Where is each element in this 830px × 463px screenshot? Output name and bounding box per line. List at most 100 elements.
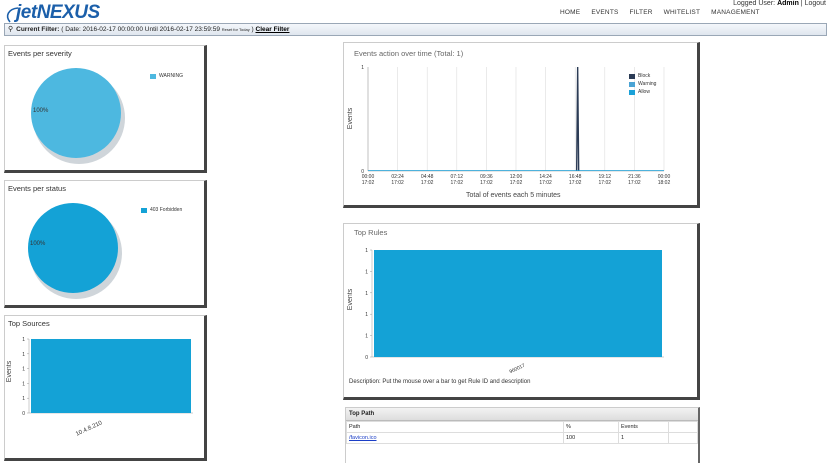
y-tick-label: 1 [22,352,25,358]
legend-label: Warning [638,81,657,87]
legend-item-block: Block [629,73,656,79]
pie-pct-label: 100% [30,241,46,247]
current-filter-bar: ⚲ Current Filter: ( Date: 2016-02-17 00:0… [4,23,827,36]
nav-filter[interactable]: FILTER [630,9,653,16]
rules-bar-chart: 0 1 1 1 1 1 [365,248,664,361]
y-axis-title: Events [347,288,355,311]
events-cell: 1 [618,432,669,444]
column-header-events: Events [618,421,669,433]
legend-label: WARNING [159,73,183,79]
legend-swatch [629,81,635,87]
pct-cell: 100 [563,432,619,444]
table-header-row: Path % Events [346,421,698,433]
legend-item: 403 Forbidden [141,207,182,213]
path-cell[interactable]: /favicon.ico [346,432,564,444]
sources-panel: Top Sources Events 0 1 1 1 1 1 10.4.8.210 [4,315,207,461]
search-icon: ⚲ [8,26,14,33]
nav-home[interactable]: HOME [560,9,580,16]
rules-description: Description: Put the mouse over a bar to… [349,379,531,385]
y-tick-label: 1 [22,381,25,387]
bar-960017[interactable] [374,250,662,357]
y-tick-label: 1 [365,269,368,275]
y-axis-title: Events [6,360,14,383]
series-block-line [575,66,580,172]
x-tick-label: 19:12 17:02 [598,174,612,186]
path-link[interactable]: /favicon.ico [349,435,377,441]
x-tick-label: 14:24 17:02 [539,174,552,186]
panel-title: Events per severity [8,49,72,58]
legend-item-warning: Warning [629,81,656,87]
y-tick-label: 0 [22,411,25,416]
extra-cell [668,432,698,444]
x-tick-label: 09:36 17:02 [480,174,493,186]
severity-pie-chart [31,68,125,164]
legend-swatch [150,73,156,79]
nav-events[interactable]: EVENTS [591,9,618,16]
table-row: /favicon.ico 100 1 [346,432,698,444]
user-separator: | [800,0,803,7]
logo-text: jetNEXUS [16,2,100,23]
x-tick-label: 960017 [508,362,527,376]
y-tick-label: 1 [365,291,368,297]
x-tick-label: 04:48 17:02 [420,174,434,186]
username: Admin [777,0,799,7]
main-nav: HOME EVENTS FILTER WHITELIST MANAGEMENT [560,9,771,16]
panel-title: Events per status [8,184,66,193]
x-tick-label: 07:12 17:02 [450,174,464,186]
filter-label: Current Filter: [16,26,60,33]
y-tick-label: 1 [361,65,364,71]
x-tick-label: 16:48 17:02 [568,174,582,186]
panel-title: Events action over time (Total: 1) [354,49,464,58]
x-tick-label: 02:24 17:02 [391,174,404,186]
nav-whitelist[interactable]: WHITELIST [664,9,700,16]
x-tick-label: 00:00 17:02 [361,174,375,186]
y-tick-label: 1 [22,367,25,373]
status-panel: Events per status 100% 403 Forbidden [4,180,207,308]
column-header-path: Path [346,421,564,433]
legend-swatch [629,89,635,95]
y-tick-label: 1 [22,337,25,343]
pie-pct-label: 100% [33,108,49,114]
panel-title: Top Rules [354,228,388,237]
filter-close-paren: ) [251,26,254,33]
legend-label: Block [638,73,651,79]
x-tick-label: 12:00 17:02 [509,174,523,186]
top-path-panel: Top Path Path % Events /favicon.ico 100 … [345,407,700,463]
severity-panel: Events per severity 100% WARNING [4,45,207,173]
x-tick-label: 10.4.8.210 [75,420,104,438]
legend-swatch [629,73,635,79]
logged-user-label: Logged User: [733,0,776,7]
user-info: Logged User: Admin | Logout [733,0,826,7]
table-header: Top Path [346,408,698,421]
pie-slice-403 [28,203,118,293]
reset-today-link[interactable]: Reset for Today [222,27,250,32]
y-axis-title: Events [347,107,355,130]
bar-10.4.8.210[interactable] [31,339,191,413]
y-tick-label: 1 [365,334,368,340]
top-path-table: Path % Events /favicon.ico 100 1 [346,421,698,444]
y-tick-label: 1 [22,396,25,402]
timeline-legend: Block Warning Allow [629,73,656,95]
legend-item-allow: Allow [629,89,656,95]
clear-filter-link[interactable]: Clear Filter [256,26,290,33]
y-tick-label: 1 [365,248,368,254]
column-header-extra [668,421,698,433]
y-tick-label: 1 [365,312,368,318]
sources-bar-chart: 0 1 1 1 1 1 [22,337,193,416]
x-tick-label: 00:00 18:02 [657,174,671,186]
nav-management[interactable]: MANAGEMENT [711,9,760,16]
panel-title: Top Sources [8,319,50,328]
filter-text: ( Date: 2016-02-17 00:00:00 Until 2016-0… [61,26,220,33]
legend-swatch [141,207,147,213]
legend-item: WARNING [150,73,183,79]
legend-label: 403 Forbidden [150,207,183,213]
rules-panel: Top Rules Events 0 1 1 1 1 1 960017 Descripti… [343,223,700,400]
timeline-panel: Events action over time (Total: 1) Event… [343,42,700,208]
x-tick-label: 21:36 17:02 [628,174,641,186]
legend-label: Allow [638,89,650,95]
status-pie-chart [28,203,122,299]
y-tick-label: 0 [365,355,368,361]
logout-link[interactable]: Logout [805,0,826,7]
x-axis-title: Total of events each 5 minutes [466,192,561,199]
column-header-pct: % [563,421,619,433]
